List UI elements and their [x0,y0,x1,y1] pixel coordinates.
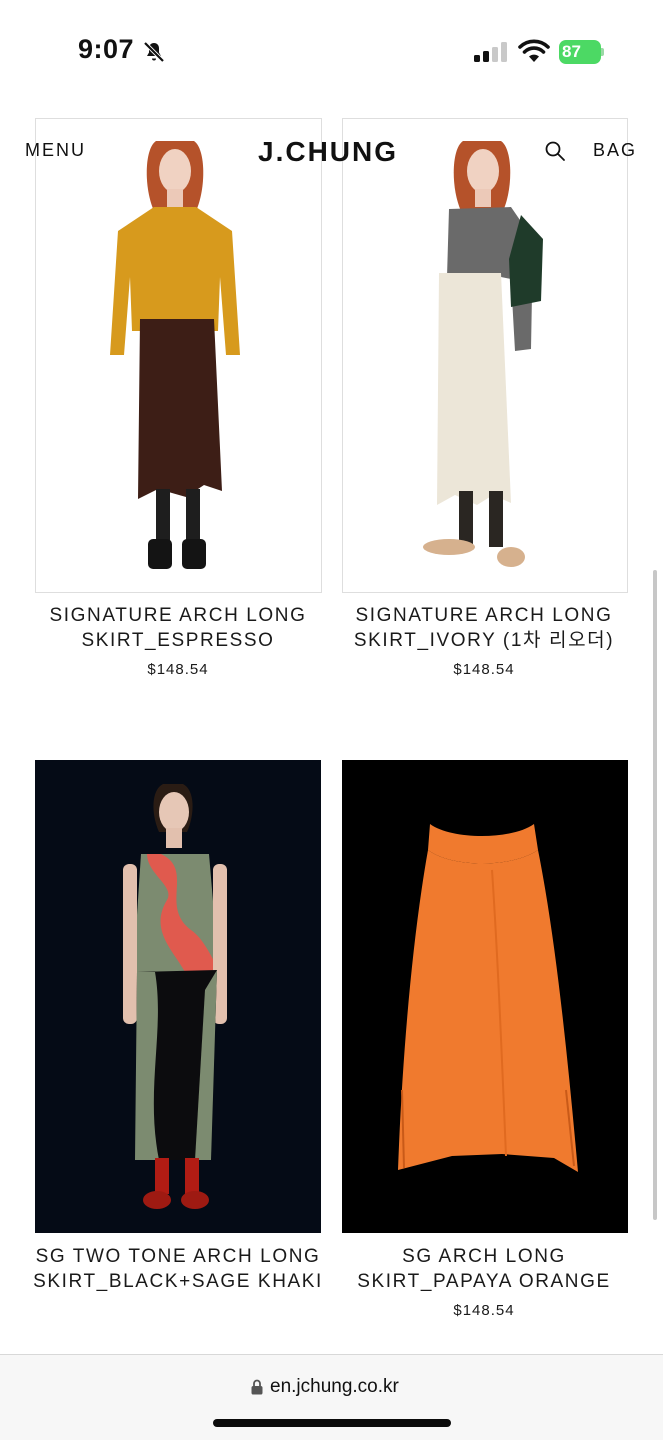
product-price: $148.54 [453,1302,515,1319]
product-name[interactable]: SG TWO TONE ARCH LONG SKIRT_BLACK+SAGE K… [28,1244,328,1294]
url-text[interactable]: en.jchung.co.kr [270,1376,399,1398]
signal-icon [474,42,507,62]
wifi-icon [518,39,550,62]
product-image[interactable] [35,760,321,1233]
status-time: 9:07 [78,34,135,64]
product-photo-papaya [398,824,578,1172]
lock-icon [251,1379,263,1395]
status-bar: 9:07 87 [0,0,663,100]
product-card[interactable]: SG TWO TONE ARCH LONG SKIRT_BLACK+SAGE K… [33,760,321,1360]
product-card[interactable]: SIGNATURE ARCH LONG SKIRT_ESPRESSO $148.… [35,118,322,688]
product-image[interactable] [35,118,322,593]
product-price: $148.54 [453,661,515,678]
mute-icon [143,41,165,63]
product-image[interactable] [342,760,628,1233]
product-photo-two-tone [123,784,227,1209]
product-image[interactable] [342,118,628,593]
product-card[interactable]: SIGNATURE ARCH LONG SKIRT_IVORY (1차 리오더)… [342,118,628,688]
battery-icon: 87 [559,40,605,64]
battery-level: 87 [562,42,581,61]
product-card[interactable]: SG ARCH LONG SKIRT_PAPAYA ORANGE $148.54 [342,760,628,1340]
product-name[interactable]: SG ARCH LONG SKIRT_PAPAYA ORANGE [334,1244,634,1294]
scrollbar[interactable] [653,570,657,1220]
product-name[interactable]: SIGNATURE ARCH LONG SKIRT_ESPRESSO [28,603,328,653]
home-indicator [213,1419,451,1427]
menu-button[interactable]: MENU [25,140,86,161]
product-name[interactable]: SIGNATURE ARCH LONG SKIRT_IVORY (1차 리오더) [334,603,634,653]
product-photo-espresso [110,141,240,569]
search-icon[interactable] [544,140,566,162]
product-price: $148.54 [147,661,209,678]
url-bar[interactable]: en.jchung.co.kr [0,1354,663,1440]
brand-logo[interactable]: J.CHUNG [258,136,398,168]
product-photo-ivory [423,141,543,567]
bag-button[interactable]: BAG [593,140,637,161]
battery-cap [601,48,604,56]
